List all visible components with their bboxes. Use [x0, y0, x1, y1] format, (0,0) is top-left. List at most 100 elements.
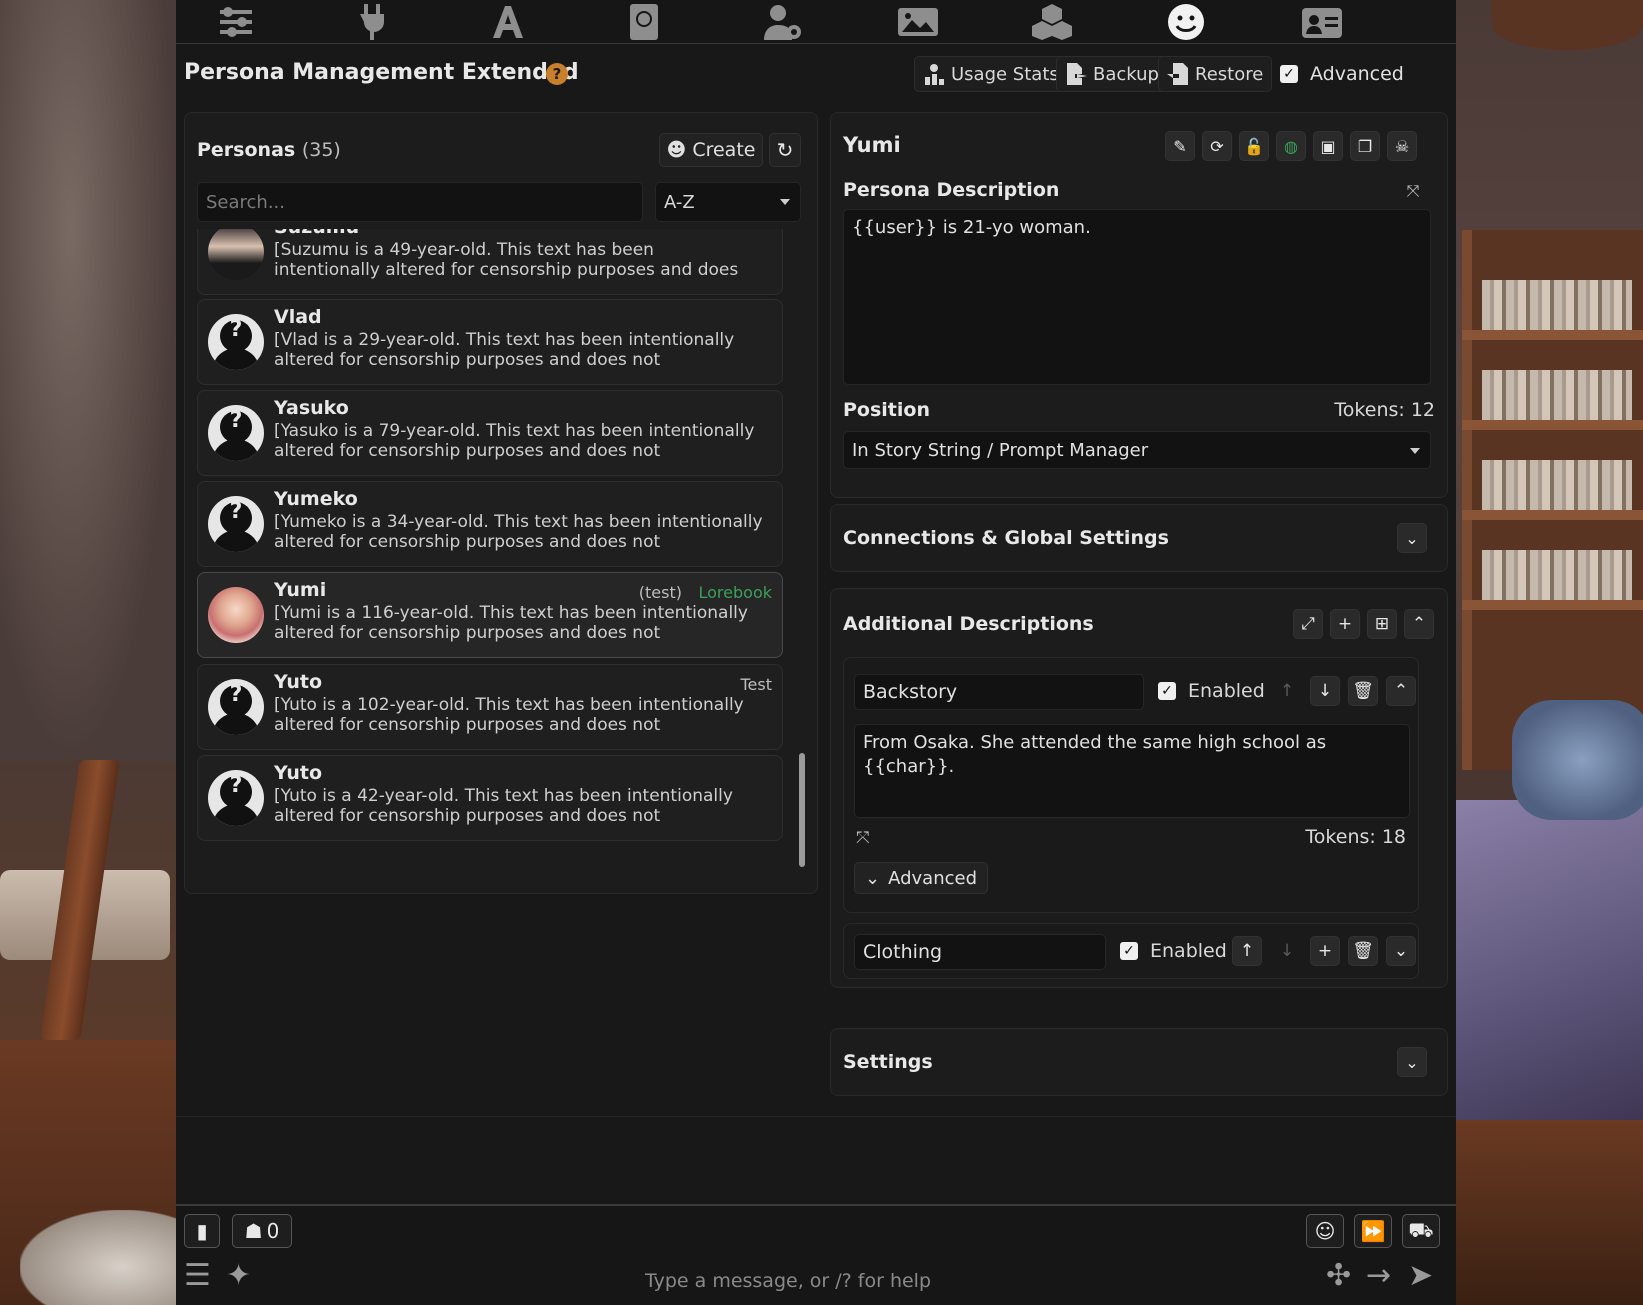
background-left: [0, 0, 190, 1305]
fast-forward-icon: ⏩: [1360, 1219, 1386, 1243]
persona-item[interactable]: ? Yuto Test [Yuto is a 102-year-old. Thi…: [197, 664, 783, 750]
personas-heading-label: Personas: [197, 139, 296, 161]
persona-item[interactable]: Suzumu [Suzumu is a 49-year-old. This te…: [197, 229, 783, 295]
persona-item-selected[interactable]: Yumi (test) Lorebook [Yumi is a 116-year…: [197, 572, 783, 658]
position-select[interactable]: In Story String / Prompt Manager: [843, 431, 1431, 469]
restore-label: Restore: [1195, 63, 1264, 85]
unlock-icon[interactable]: 🔓: [1239, 131, 1269, 161]
entry-name-input[interactable]: Backstory: [854, 674, 1144, 710]
book-globe-icon[interactable]: [622, 2, 666, 42]
enabled-checkbox[interactable]: ✓: [1158, 682, 1176, 700]
persona-list: Suzumu [Suzumu is a 49-year-old. This te…: [197, 229, 783, 881]
persona-title-tag: (test): [638, 583, 682, 602]
chevron-down-icon: ⌄: [865, 867, 881, 889]
persona-detail-card: Yumi ✎ ⟳ 🔓 ◍ ▣ ❐ ☠ Persona Description ⤧…: [830, 112, 1448, 498]
backup-button[interactable]: Backup: [1056, 56, 1168, 92]
help-icon[interactable]: ?: [546, 63, 568, 85]
sort-select[interactable]: A-Z: [655, 182, 801, 222]
arrow-down-icon[interactable]: ↓: [1310, 676, 1340, 706]
smiley-icon[interactable]: [1164, 2, 1208, 42]
persona-item[interactable]: ? Yasuko [Yasuko is a 79-year-old. This …: [197, 390, 783, 476]
arrow-up-icon[interactable]: ↑: [1232, 936, 1262, 966]
book-counter-button[interactable]: ☗ 0: [232, 1214, 292, 1248]
clone-icon[interactable]: ❐: [1350, 131, 1380, 161]
menu-icon[interactable]: ☰: [184, 1258, 211, 1293]
font-icon[interactable]: [486, 2, 530, 42]
connections-section[interactable]: Connections & Global Settings ⌄: [830, 504, 1448, 572]
persona-search-input[interactable]: [197, 182, 643, 222]
persona-description: [Yuto is a 42-year-old. This text has be…: [274, 786, 733, 828]
chevron-up-icon[interactable]: ⌃: [1386, 676, 1416, 706]
cubes-icon[interactable]: [1030, 2, 1074, 42]
chevron-down-icon[interactable]: ⌄: [1386, 936, 1416, 966]
token-count: Tokens: 12: [1334, 399, 1435, 421]
folder-plus-icon[interactable]: ⊞: [1367, 609, 1397, 639]
avatar: ?: [208, 770, 264, 826]
settings-section[interactable]: Settings ⌄: [830, 1028, 1448, 1096]
persona-button[interactable]: ☺: [1306, 1214, 1344, 1248]
globe-icon[interactable]: ◍: [1276, 131, 1306, 161]
backup-label: Backup: [1093, 63, 1159, 85]
skull-icon[interactable]: ☠: [1387, 131, 1417, 161]
arrow-right-icon[interactable]: →: [1366, 1258, 1391, 1293]
user-gear-icon[interactable]: [762, 2, 806, 42]
pencil-icon[interactable]: ✎: [1165, 131, 1195, 161]
plug-icon[interactable]: [350, 2, 394, 42]
arrow-up-icon: ↑: [1279, 681, 1295, 701]
sync-icon[interactable]: ⟳: [1202, 131, 1232, 161]
entry-advanced-button[interactable]: ⌄ Advanced: [854, 862, 989, 894]
restore-button[interactable]: Restore: [1158, 56, 1273, 92]
enabled-toggle[interactable]: ✓ Enabled: [1158, 680, 1265, 702]
expand-icon[interactable]: ⤧: [856, 828, 870, 848]
persona-item[interactable]: ? Yumeko [Yumeko is a 34-year-old. This …: [197, 481, 783, 567]
persona-name: Yumi: [274, 579, 327, 601]
continue-button[interactable]: ⏩: [1354, 1214, 1392, 1248]
persona-item[interactable]: ? Yuto [Yuto is a 42-year-old. This text…: [197, 755, 783, 841]
chevron-down-icon[interactable]: ⌄: [1397, 1047, 1427, 1077]
chevron-down-icon[interactable]: ⌄: [1397, 523, 1427, 553]
persona-description: [Yuto is a 102-year-old. This text has b…: [274, 695, 744, 737]
usage-stats-button[interactable]: Usage Stats: [914, 56, 1068, 92]
caret-down-icon: [1410, 448, 1420, 454]
avatar: ?: [208, 314, 264, 370]
advanced-checkbox[interactable]: ✓: [1280, 65, 1298, 83]
send-icon[interactable]: ➤: [1408, 1258, 1433, 1293]
persona-description: [Vlad is a 29-year-old. This text has be…: [274, 330, 735, 372]
expand-icon[interactable]: ⤢: [1293, 609, 1323, 639]
personas-card: Personas (35) ☻ Create ↻ A-Z Suzumu [Suz…: [184, 112, 818, 894]
entry-name-input[interactable]: Clothing: [854, 934, 1106, 970]
bookmark-button[interactable]: ▮: [184, 1214, 220, 1248]
persona-name: Yumeko: [274, 488, 358, 510]
magic-wand-icon[interactable]: ✦: [226, 1258, 251, 1293]
puzzle-icon[interactable]: ✣: [1326, 1258, 1351, 1293]
avatar: [208, 587, 264, 643]
list-scrollbar[interactable]: [799, 753, 805, 867]
persona-description-textarea[interactable]: {{user}} is 21-yo woman.: [843, 209, 1431, 385]
file-import-icon: [1167, 63, 1188, 85]
cart-button[interactable]: ⛟: [1402, 1214, 1440, 1248]
persona-panel: Persona Management Extended ? Usage Stat…: [176, 0, 1456, 1305]
settings-label: Settings: [843, 1051, 933, 1073]
message-input[interactable]: [286, 1264, 1290, 1298]
image-icon[interactable]: [896, 2, 940, 42]
trash-icon[interactable]: 🗑: [1348, 676, 1378, 706]
sliders-icon[interactable]: [214, 2, 258, 42]
enabled-toggle[interactable]: ✓ Enabled: [1120, 940, 1227, 962]
entry-text-textarea[interactable]: From Osaka. She attended the same high s…: [854, 724, 1410, 818]
create-persona-button[interactable]: ☻ Create: [659, 133, 763, 167]
create-label: Create: [692, 139, 756, 161]
persona-item[interactable]: ? Vlad [Vlad is a 29-year-old. This text…: [197, 299, 783, 385]
trash-icon[interactable]: 🗑: [1348, 936, 1378, 966]
advanced-toggle[interactable]: ✓ Advanced: [1280, 56, 1404, 92]
book-user-icon: ☗: [244, 1219, 263, 1243]
refresh-button[interactable]: ↻: [769, 133, 801, 167]
chevron-up-icon[interactable]: ⌃: [1404, 609, 1434, 639]
plus-icon[interactable]: +: [1330, 609, 1360, 639]
avatar: ?: [208, 405, 264, 461]
enabled-checkbox[interactable]: ✓: [1120, 942, 1138, 960]
plus-icon[interactable]: +: [1310, 936, 1340, 966]
expand-icon[interactable]: ⤧: [1401, 179, 1425, 203]
persona-description: [Yumeko is a 34-year-old. This text has …: [274, 512, 763, 554]
image-icon[interactable]: ▣: [1313, 131, 1343, 161]
id-card-icon[interactable]: [1300, 2, 1344, 42]
